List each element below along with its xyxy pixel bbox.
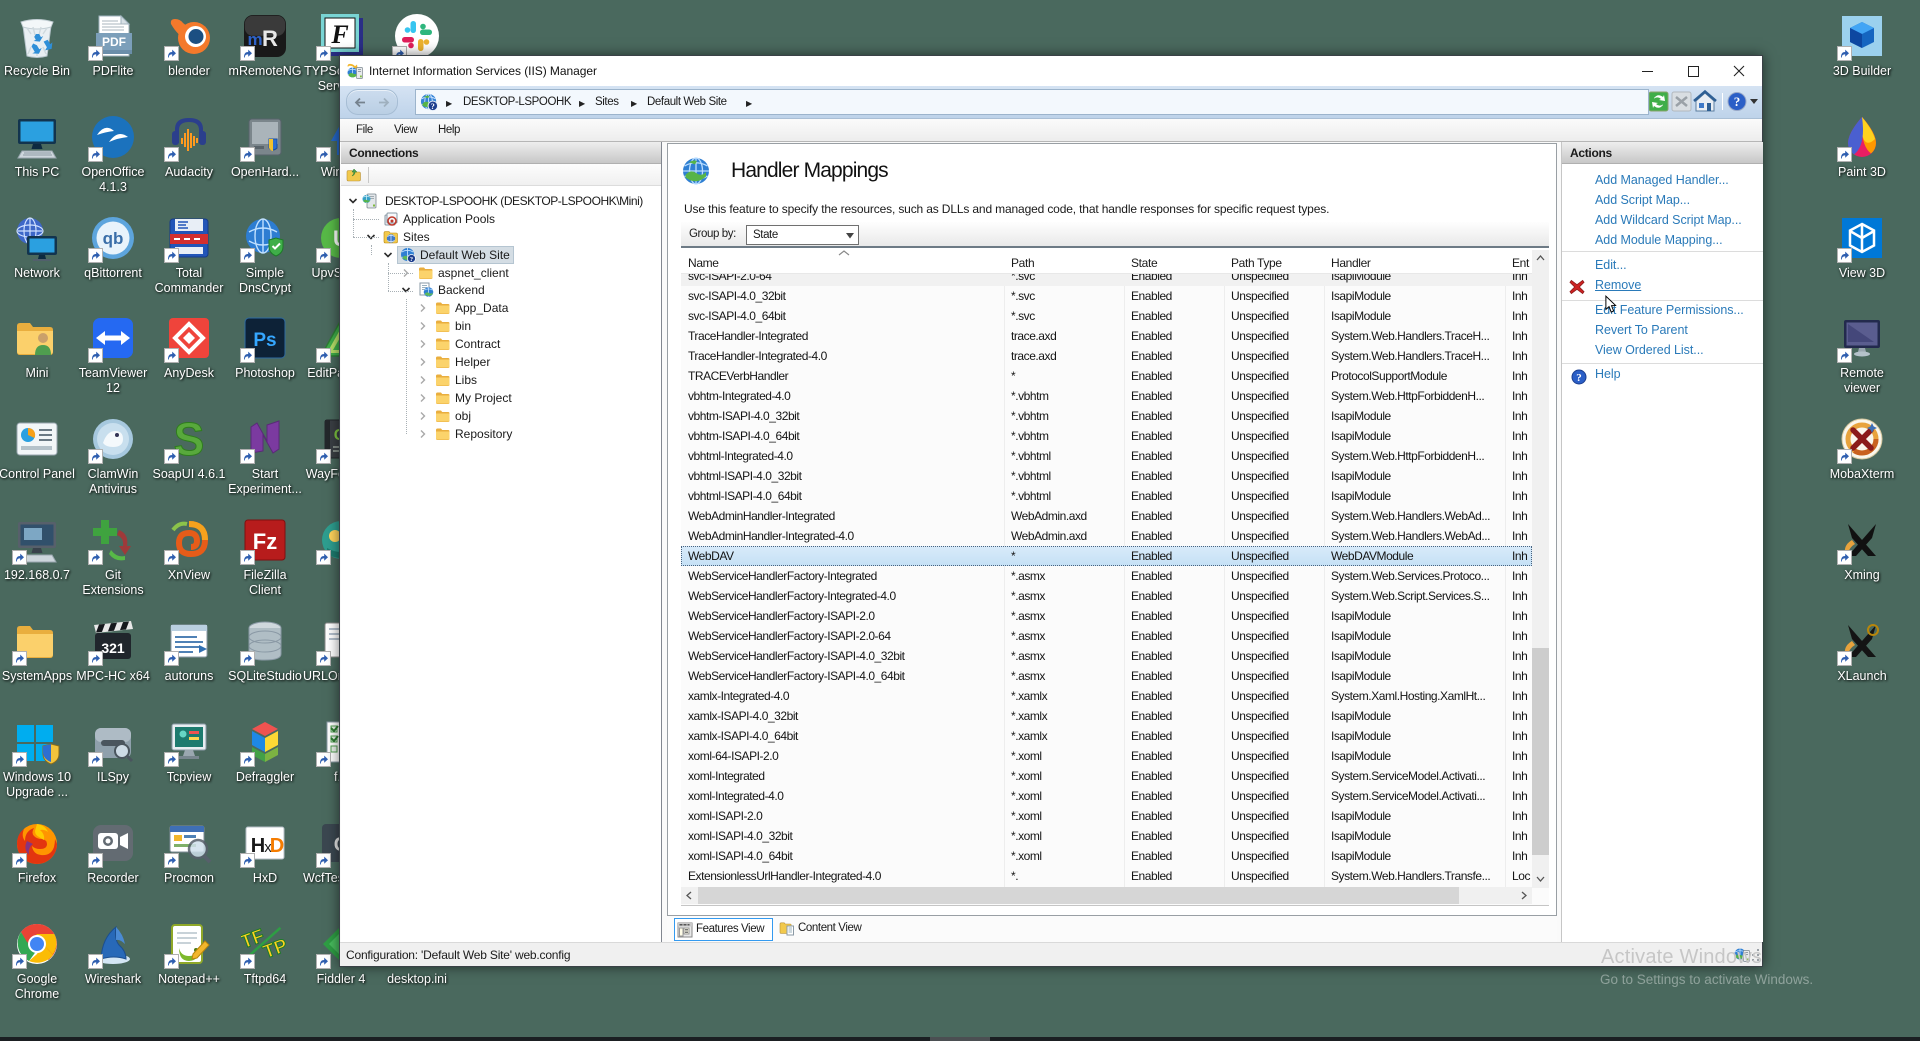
svg-text:?: ? bbox=[1734, 94, 1741, 109]
svg-text:PDF: PDF bbox=[102, 35, 126, 49]
svg-text:qb: qb bbox=[103, 229, 124, 248]
svg-text:?: ? bbox=[431, 102, 435, 111]
svg-text:?: ? bbox=[1576, 372, 1582, 384]
svg-text:Fz: Fz bbox=[253, 529, 277, 554]
svg-text:Ps: Ps bbox=[253, 330, 276, 351]
svg-text:R: R bbox=[262, 26, 278, 51]
svg-text:?: ? bbox=[410, 256, 413, 263]
svg-text:321: 321 bbox=[101, 640, 125, 656]
svg-text:F: F bbox=[330, 20, 348, 49]
svg-text:D: D bbox=[270, 835, 284, 857]
